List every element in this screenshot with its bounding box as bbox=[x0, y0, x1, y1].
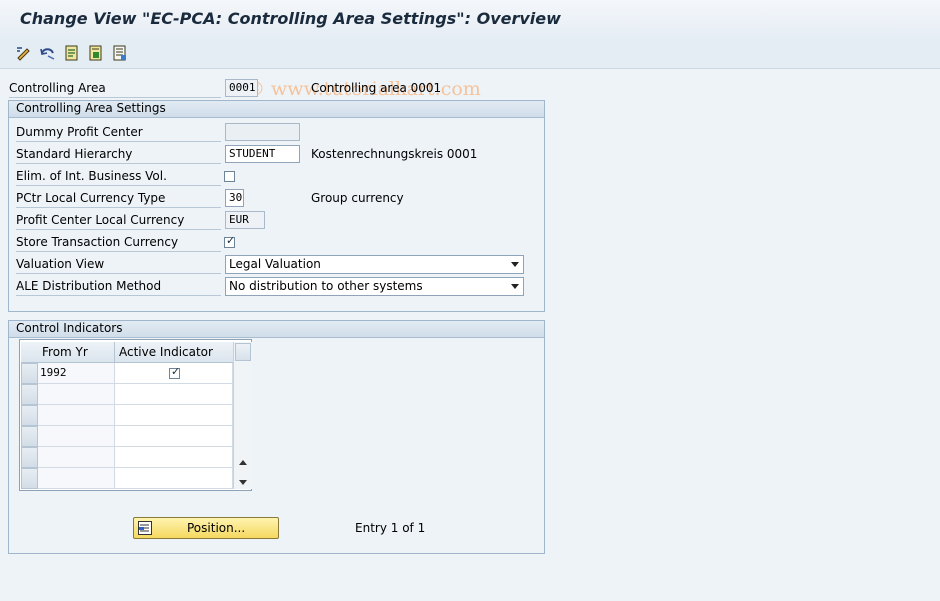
ale-distribution-method-value: No distribution to other systems bbox=[229, 279, 423, 293]
elim-int-business-vol-checkbox[interactable] bbox=[224, 171, 235, 182]
row-selector[interactable] bbox=[21, 363, 38, 384]
scroll-up-icon[interactable] bbox=[239, 460, 247, 465]
position-button-label: Position... bbox=[187, 521, 246, 535]
elim-int-business-vol-label: Elim. of Int. Business Vol. bbox=[16, 169, 221, 186]
checkmark-icon: ✓ bbox=[226, 234, 236, 247]
table-cell-active-indicator[interactable] bbox=[115, 384, 233, 405]
valuation-view-dropdown[interactable]: Legal Valuation bbox=[225, 255, 524, 274]
row-selector[interactable] bbox=[21, 426, 38, 447]
group-title: Controlling Area Settings bbox=[16, 101, 166, 115]
column-header-active-indicator[interactable]: Active Indicator bbox=[115, 342, 233, 363]
table-cell-from-yr[interactable] bbox=[38, 426, 115, 447]
select-all-button[interactable] bbox=[21, 342, 38, 363]
table-cell-active-indicator: ✓ bbox=[115, 363, 233, 384]
table-cell-from-yr[interactable] bbox=[38, 384, 115, 405]
pctr-local-currency-type-label: PCtr Local Currency Type bbox=[16, 191, 221, 208]
ale-distribution-method-label: ALE Distribution Method bbox=[16, 279, 221, 296]
table-cell-from-yr[interactable]: 1992 bbox=[38, 363, 115, 384]
column-settings-button[interactable] bbox=[235, 343, 251, 361]
standard-hierarchy-field[interactable]: STUDENT bbox=[225, 145, 300, 163]
dummy-profit-center-field[interactable] bbox=[225, 123, 300, 141]
valuation-view-value: Legal Valuation bbox=[229, 257, 321, 271]
group-header: Controlling Area Settings bbox=[9, 101, 544, 118]
position-icon bbox=[138, 521, 152, 535]
column-header-from-yr[interactable]: From Yr bbox=[38, 342, 115, 363]
table-cell-active-indicator[interactable] bbox=[115, 426, 233, 447]
standard-hierarchy-description: Kostenrechnungskreis 0001 bbox=[311, 147, 478, 161]
table-cell-active-indicator[interactable] bbox=[115, 468, 233, 489]
group-header: Control Indicators bbox=[9, 321, 544, 338]
pc-local-currency-label: Profit Center Local Currency bbox=[16, 213, 221, 230]
checkmark-icon: ✓ bbox=[171, 365, 181, 378]
display-change-icon[interactable] bbox=[15, 44, 33, 62]
group-title: Control Indicators bbox=[16, 321, 123, 335]
active-indicator-checkbox[interactable]: ✓ bbox=[169, 365, 181, 379]
undo-icon[interactable] bbox=[39, 44, 57, 62]
row-selector[interactable] bbox=[21, 447, 38, 468]
chevron-down-icon bbox=[511, 284, 519, 289]
table-cell-from-yr[interactable] bbox=[38, 447, 115, 468]
ale-distribution-method-dropdown[interactable]: No distribution to other systems bbox=[225, 277, 524, 296]
control-indicators-table: From Yr Active Indicator 1992 ✓ bbox=[19, 339, 252, 491]
choose-icon[interactable] bbox=[63, 44, 81, 62]
standard-hierarchy-label: Standard Hierarchy bbox=[16, 147, 221, 164]
pc-local-currency-field[interactable]: EUR bbox=[225, 211, 265, 229]
scroll-down-icon[interactable] bbox=[239, 480, 247, 485]
save-icon[interactable] bbox=[87, 44, 105, 62]
pctr-local-currency-type-description: Group currency bbox=[311, 191, 404, 205]
detail-icon[interactable] bbox=[111, 44, 129, 62]
row-selector[interactable] bbox=[21, 384, 38, 405]
entry-count-text: Entry 1 of 1 bbox=[355, 521, 426, 535]
application-toolbar: © www.tutorialkart.com bbox=[0, 38, 940, 100]
dummy-profit-center-label: Dummy Profit Center bbox=[16, 125, 221, 142]
controlling-area-field[interactable]: 0001 bbox=[225, 79, 258, 97]
table-cell-from-yr[interactable] bbox=[38, 468, 115, 489]
position-button[interactable]: Position... bbox=[133, 517, 279, 539]
store-transaction-currency-checkbox[interactable]: ✓ bbox=[224, 234, 236, 248]
table-scrollbar[interactable] bbox=[233, 342, 252, 489]
controlling-area-description: Controlling area 0001 bbox=[311, 81, 442, 95]
table-cell-from-yr[interactable] bbox=[38, 405, 115, 426]
pctr-local-currency-type-field[interactable]: 30 bbox=[225, 189, 244, 207]
page-title: Change View "EC-PCA: Controlling Area Se… bbox=[20, 9, 561, 28]
table-cell-active-indicator[interactable] bbox=[115, 405, 233, 426]
controlling-area-label: Controlling Area bbox=[9, 81, 221, 98]
table-cell-active-indicator[interactable] bbox=[115, 447, 233, 468]
row-selector[interactable] bbox=[21, 468, 38, 489]
valuation-view-label: Valuation View bbox=[16, 257, 221, 274]
chevron-down-icon bbox=[511, 262, 519, 267]
title-bar: Change View "EC-PCA: Controlling Area Se… bbox=[0, 0, 940, 39]
from-yr-value: 1992 bbox=[40, 366, 67, 379]
row-selector[interactable] bbox=[21, 405, 38, 426]
store-transaction-currency-label: Store Transaction Currency bbox=[16, 235, 221, 252]
